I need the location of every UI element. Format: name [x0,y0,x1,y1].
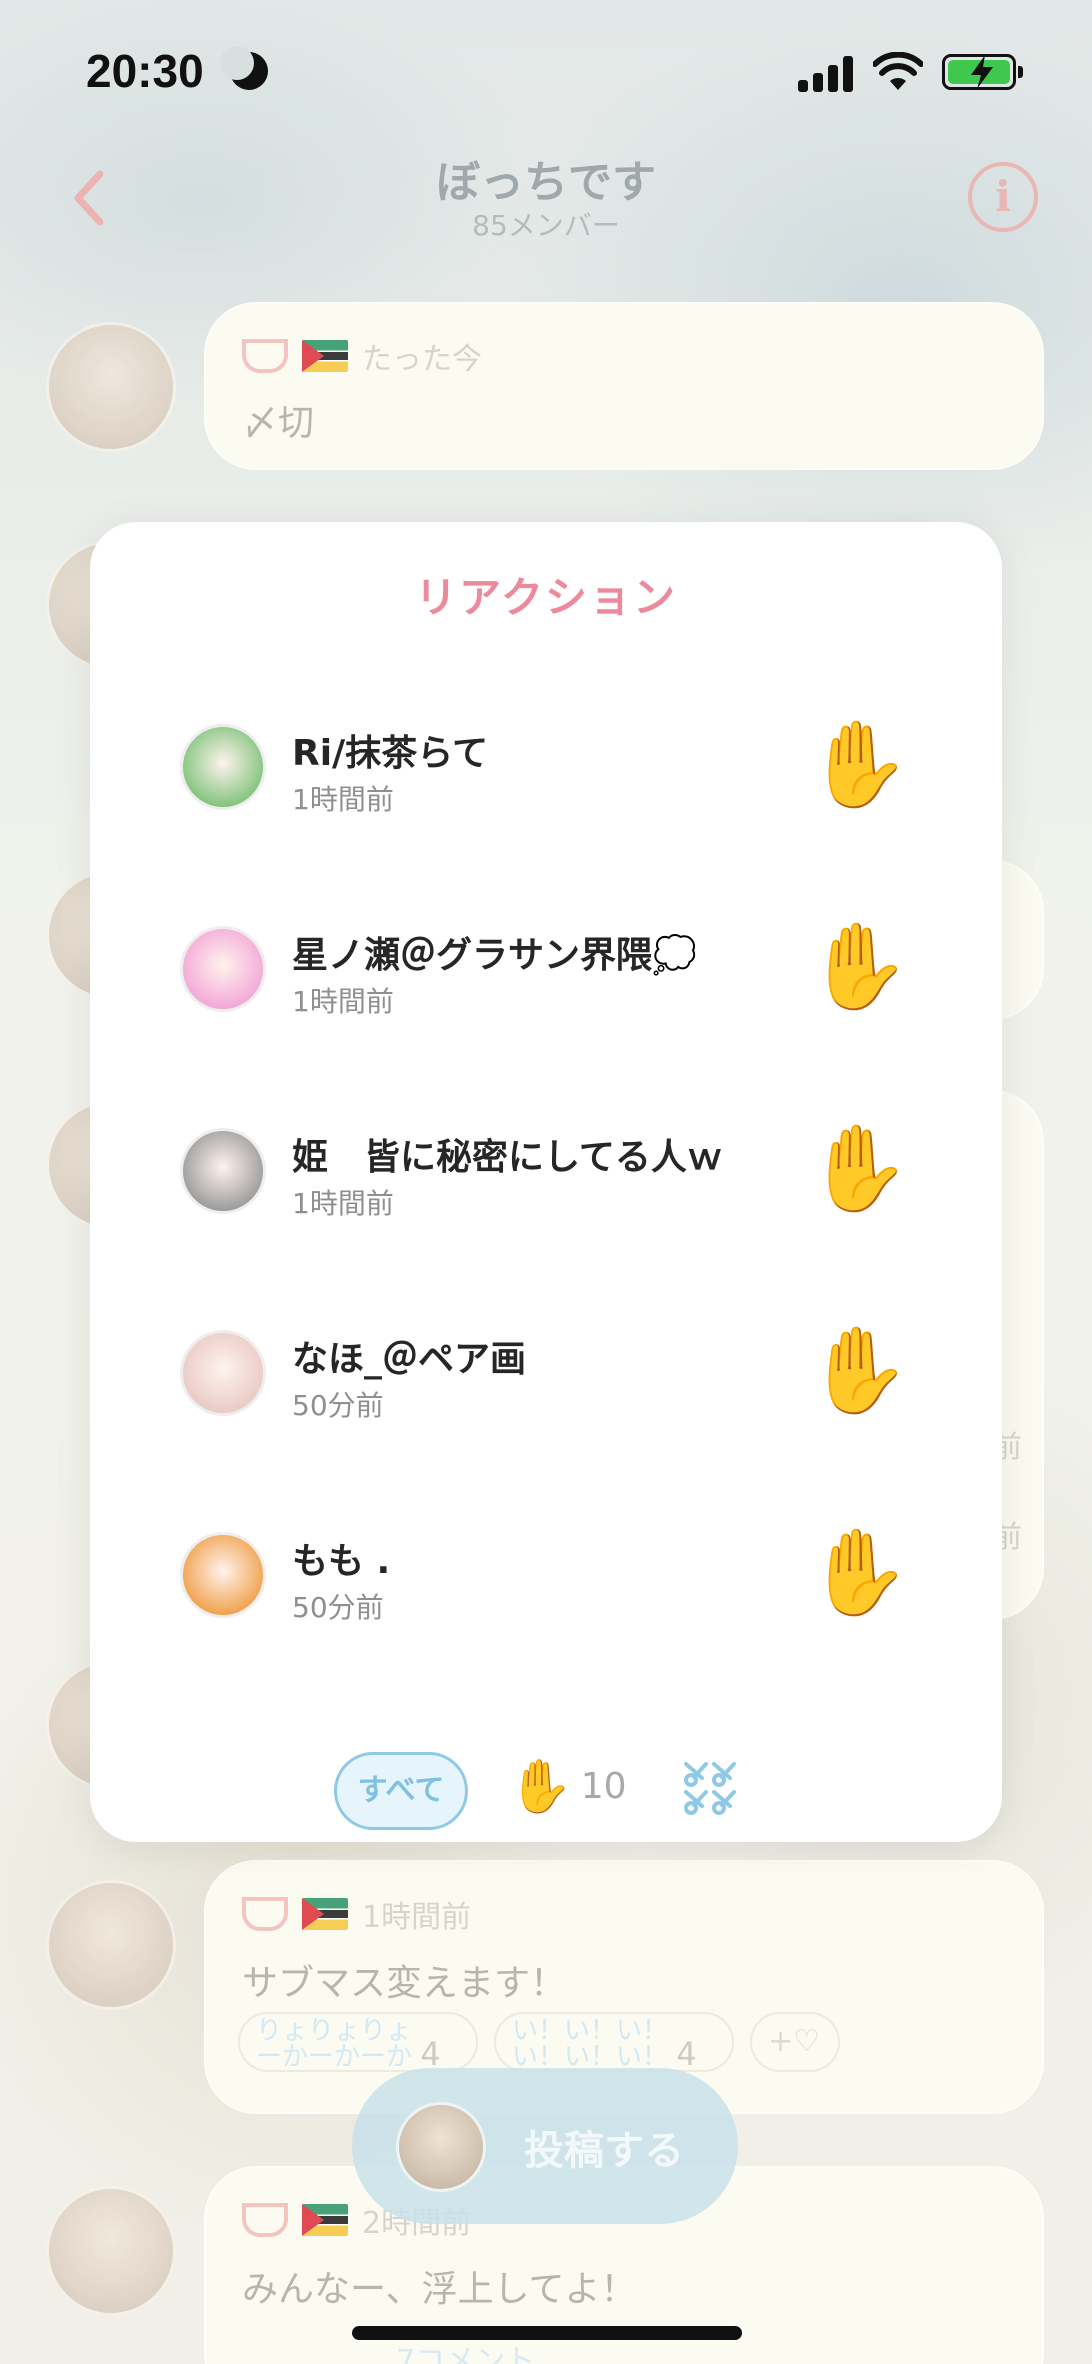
reaction-row[interactable]: もも . 50分前 ✋ [90,1512,1002,1642]
tab-all[interactable]: すべて [334,1752,468,1830]
tab-raised-hand[interactable]: ✋ 10 [508,1756,627,1817]
reaction-time: 50分前 [292,1591,384,1624]
reaction-filter-tabs: すべて ✋ 10 [90,1752,1002,1832]
reaction-row[interactable]: 星ノ瀬＠グラサン界隈💭 1時間前 ✋ [90,906,1002,1036]
clock: 20:30 [86,45,204,97]
user-name: 星ノ瀬＠グラサン界隈💭 [292,935,697,976]
user-name: なほ_＠ペア画 [292,1339,527,1380]
page-title: ぼっちです [436,157,656,208]
avatar[interactable] [180,724,266,810]
raised-hand-icon: ✋ [806,1523,911,1621]
reaction-modal: リアクション Ri/抹茶らて 1時間前 ✋ 星ノ瀬＠グラサン界隈💭 1時間前 ✋… [90,522,1002,1842]
post-button-label: 投稿する [524,2128,684,2174]
user-name: もも . [292,1541,391,1582]
reaction-time: 50分前 [292,1389,384,1422]
reaction-row[interactable]: なほ_＠ペア画 50分前 ✋ [90,1310,1002,1440]
post-button[interactable]: 投稿する [352,2068,738,2224]
raised-hand-icon: ✋ [806,1321,911,1419]
modal-title: リアクション [415,573,677,622]
reaction-time: 1時間前 [292,783,394,816]
user-name: 姫 皆に秘密にしてる人ｗ [292,1137,723,1178]
moon-icon [220,46,268,90]
raised-hand-icon: ✋ [806,917,911,1015]
reaction-time: 1時間前 [292,1187,394,1220]
member-count: 85メンバー [472,209,620,242]
home-indicator[interactable] [352,2326,742,2340]
avatar[interactable] [180,926,266,1012]
info-icon[interactable]: i [968,162,1038,232]
kiri-icon[interactable] [680,1758,740,1818]
raised-hand-icon: ✋ [806,1119,911,1217]
status-bar: 20:30 [0,0,1092,140]
nav-bar: ぼっちです 85メンバー i [0,140,1092,255]
user-name: Ri/抹茶らて [292,733,489,774]
raised-hand-icon: ✋ [508,1757,573,1817]
avatar[interactable] [180,1532,266,1618]
wifi-icon [873,52,923,90]
tab-count: 10 [580,1766,627,1807]
reaction-row[interactable]: Ri/抹茶らて 1時間前 ✋ [90,704,1002,834]
avatar[interactable] [180,1128,266,1214]
avatar[interactable] [180,1330,266,1416]
reaction-time: 1時間前 [292,985,394,1018]
raised-hand-icon: ✋ [806,715,911,813]
avatar [396,2102,486,2192]
signal-icon [798,56,854,92]
reaction-row[interactable]: 姫 皆に秘密にしてる人ｗ 1時間前 ✋ [90,1108,1002,1238]
battery-icon [942,54,1023,90]
